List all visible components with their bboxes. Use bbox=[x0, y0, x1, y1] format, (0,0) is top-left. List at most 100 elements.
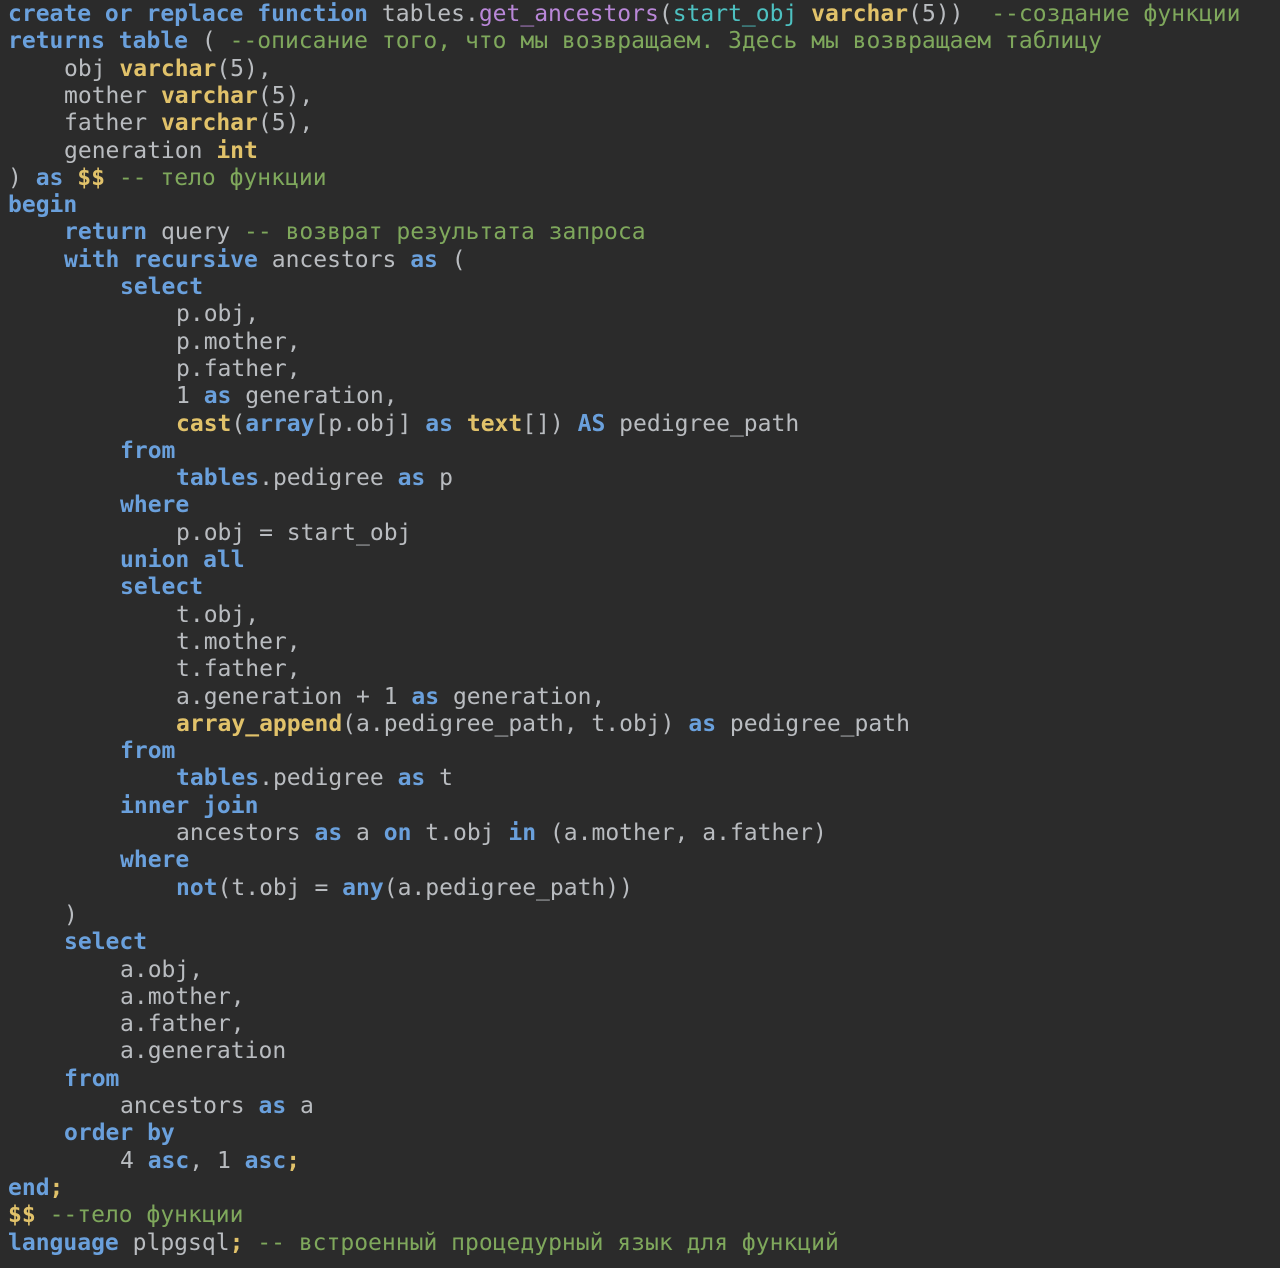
code-line[interactable]: create or replace function tables.get_an… bbox=[8, 1, 1240, 28]
keyword-token: select bbox=[120, 274, 204, 300]
code-line[interactable]: mother varchar(5), bbox=[64, 83, 313, 110]
code-line[interactable]: from bbox=[64, 1066, 119, 1093]
code-line[interactable]: tables.pedigree as p bbox=[176, 465, 453, 492]
keyword-token: as bbox=[35, 164, 64, 191]
code-text-token: (a.mother, a.father) bbox=[536, 820, 827, 846]
code-line[interactable]: t.mother, bbox=[176, 629, 301, 656]
comment-token: --тело функции bbox=[49, 1202, 244, 1229]
code-line[interactable]: p.mother, bbox=[176, 329, 301, 356]
code-line[interactable]: ) bbox=[64, 902, 78, 929]
type-token: text bbox=[466, 410, 523, 437]
code-line[interactable]: return query -- возврат результата запро… bbox=[64, 219, 646, 246]
code-line[interactable]: order by bbox=[64, 1120, 175, 1147]
code-line[interactable]: tables.pedigree as t bbox=[176, 765, 453, 792]
keyword-token: as bbox=[688, 710, 717, 737]
code-line[interactable]: with recursive ancestors as ( bbox=[64, 247, 466, 274]
code-text-token: [p.obj] bbox=[314, 410, 426, 437]
code-line[interactable]: father varchar(5), bbox=[64, 110, 313, 137]
code-line[interactable]: union all bbox=[120, 547, 245, 574]
code-line[interactable]: select bbox=[120, 574, 203, 601]
function-name-token: get_ancestors bbox=[478, 1, 659, 27]
code-line[interactable]: a.generation + 1 as generation, bbox=[176, 684, 605, 711]
code-line[interactable]: returns table ( --описание того, что мы … bbox=[8, 28, 1102, 55]
code-text-token: ) bbox=[64, 901, 78, 928]
code-line[interactable]: inner join bbox=[120, 793, 258, 820]
code-text-token: ( bbox=[188, 28, 230, 55]
code-text-token: a.generation + 1 bbox=[176, 683, 412, 710]
keyword-token: AS bbox=[577, 410, 606, 437]
code-line[interactable]: ancestors as a on t.obj in (a.mother, a.… bbox=[176, 820, 827, 847]
keyword-token: begin bbox=[8, 192, 78, 219]
code-line[interactable]: a.generation bbox=[120, 1038, 286, 1065]
keyword-token: as bbox=[314, 820, 343, 846]
code-line[interactable]: a.father, bbox=[120, 1011, 245, 1038]
code-line[interactable]: t.father, bbox=[176, 656, 301, 683]
keyword-token: order by bbox=[64, 1120, 175, 1147]
comment-token: --создание функции bbox=[991, 1, 1241, 27]
code-text-token: generation, bbox=[231, 383, 398, 410]
keyword-token: on bbox=[383, 820, 412, 846]
keyword-token: union all bbox=[120, 547, 245, 573]
code-line[interactable]: p.father, bbox=[176, 356, 301, 383]
code-line[interactable]: begin bbox=[8, 192, 77, 219]
code-text-token: (5), bbox=[257, 82, 314, 109]
keyword-token: with recursive bbox=[64, 246, 258, 273]
code-text-token: ancestors bbox=[176, 820, 315, 846]
code-line[interactable]: t.obj, bbox=[176, 602, 259, 629]
code-line[interactable]: select bbox=[64, 929, 147, 956]
keyword-token: where bbox=[120, 847, 190, 874]
keyword-token: language bbox=[8, 1229, 119, 1256]
code-line[interactable]: where bbox=[120, 492, 189, 519]
code-text-token: (a.pedigree_path)) bbox=[383, 874, 633, 901]
code-text-token: pedigree_path bbox=[716, 710, 910, 737]
code-text-token: (a.pedigree_path, t.obj) bbox=[342, 710, 689, 737]
code-text-token: p.mother, bbox=[176, 328, 301, 355]
code-line[interactable]: cast(array[p.obj] as text[]) AS pedigree… bbox=[176, 411, 799, 438]
code-text-token: p.father, bbox=[176, 355, 301, 382]
type-token: cast bbox=[176, 410, 232, 437]
code-text-token: a bbox=[342, 820, 384, 846]
code-line[interactable]: ) as $$ -- тело функции bbox=[8, 165, 327, 192]
code-line[interactable]: a.mother, bbox=[120, 984, 245, 1011]
code-text-token: t.mother, bbox=[176, 628, 301, 655]
code-line[interactable]: not(t.obj = any(a.pedigree_path)) bbox=[176, 875, 633, 902]
code-line[interactable]: ancestors as a bbox=[120, 1093, 314, 1120]
code-line[interactable]: language plpgsql; -- встроенный процедур… bbox=[8, 1230, 839, 1257]
code-editor[interactable]: create or replace function tables.get_an… bbox=[0, 0, 1280, 1268]
comment-token: -- встроенный процедурный язык для функц… bbox=[257, 1229, 839, 1256]
code-line[interactable]: obj varchar(5), bbox=[64, 56, 272, 83]
code-text-token: mother bbox=[64, 82, 161, 109]
code-line[interactable]: p.obj = start_obj bbox=[176, 520, 411, 547]
code-line[interactable]: 4 asc, 1 asc; bbox=[120, 1148, 300, 1175]
code-text-token: tables. bbox=[381, 1, 479, 27]
keyword-token: return bbox=[64, 219, 148, 246]
code-text-token: (5)) bbox=[908, 1, 992, 27]
code-line[interactable]: from bbox=[120, 438, 175, 465]
code-line[interactable]: where bbox=[120, 847, 189, 874]
code-text-token: a.obj, bbox=[120, 956, 204, 983]
keyword-token: select bbox=[64, 929, 148, 956]
code-text-token: obj bbox=[64, 55, 120, 82]
type-token: ; bbox=[229, 1229, 244, 1256]
code-line[interactable]: $$ --тело функции bbox=[8, 1202, 243, 1229]
code-line[interactable]: end; bbox=[8, 1175, 63, 1202]
code-line[interactable]: select bbox=[120, 274, 203, 301]
code-line[interactable]: a.obj, bbox=[120, 957, 203, 984]
code-line[interactable]: generation int bbox=[64, 138, 258, 165]
parameter-token: start_obj bbox=[672, 1, 798, 27]
code-line[interactable]: 1 as generation, bbox=[176, 383, 398, 410]
keyword-token: as bbox=[203, 383, 232, 410]
code-line[interactable]: array_append(a.pedigree_path, t.obj) as … bbox=[176, 711, 910, 738]
code-line[interactable]: from bbox=[120, 738, 175, 765]
type-token: varchar bbox=[160, 110, 258, 137]
code-text-token: a bbox=[286, 1093, 314, 1119]
code-text-token: a.mother, bbox=[120, 983, 245, 1010]
code-text-token: father bbox=[64, 110, 161, 137]
code-text-token: ancestors bbox=[120, 1093, 259, 1119]
code-text-token: (t.obj = bbox=[217, 874, 343, 901]
code-line[interactable]: p.obj, bbox=[176, 301, 259, 328]
